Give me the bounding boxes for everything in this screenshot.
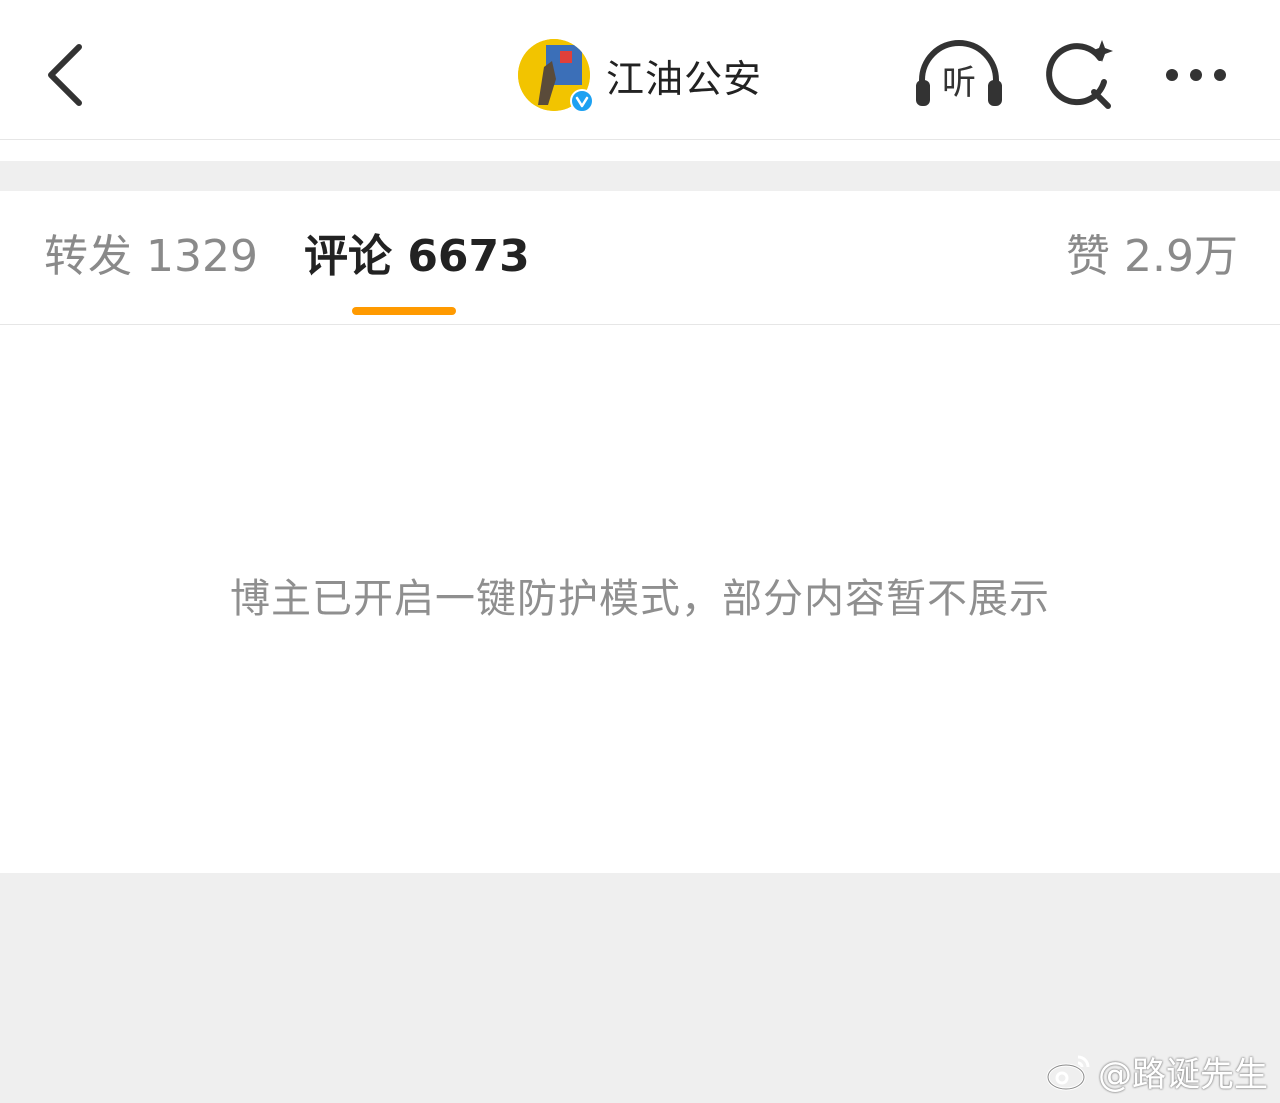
back-button[interactable] [30,35,100,115]
active-tab-indicator [352,307,456,315]
watermark: @路诞先生 [1044,1049,1268,1095]
tab-comment[interactable]: 评论 6673 [304,227,530,287]
tab-bar: 转发 1329 评论 6673 赞 2.9万 [0,191,1280,325]
account-profile[interactable]: 江油公安 [518,38,762,113]
tab-repost[interactable]: 转发 1329 [44,227,258,287]
top-nav-bar: 江油公安 听 [0,0,1280,140]
account-name[interactable]: 江油公安 [606,48,762,103]
page: 江油公安 听 转发 1329 评论 6673 赞 2.9万 博主已开启一键防护模… [0,0,1280,1103]
verified-badge-icon [570,89,594,113]
watermark-text: @路诞先生 [1098,1054,1268,1095]
listen-label: 听 [942,63,976,103]
comment-list-area: 博主已开启一键防护模式，部分内容暂不展示 [0,325,1280,873]
more-dots-icon [1166,69,1226,81]
tab-like[interactable]: 赞 2.9万 [1066,227,1238,287]
more-button[interactable] [1158,55,1238,95]
back-chevron-icon [48,44,82,106]
search-sparkle-icon [1046,40,1113,109]
spacer [0,140,1280,161]
avatar[interactable] [518,39,594,113]
weibo-logo-icon [1046,1055,1090,1091]
section-divider [0,161,1280,191]
protection-notice: 博主已开启一键防护模式，部分内容暂不展示 [230,576,1050,622]
listen-button[interactable]: 听 [912,40,1006,110]
search-button[interactable] [1042,38,1118,112]
headphones-icon: 听 [916,40,1002,106]
